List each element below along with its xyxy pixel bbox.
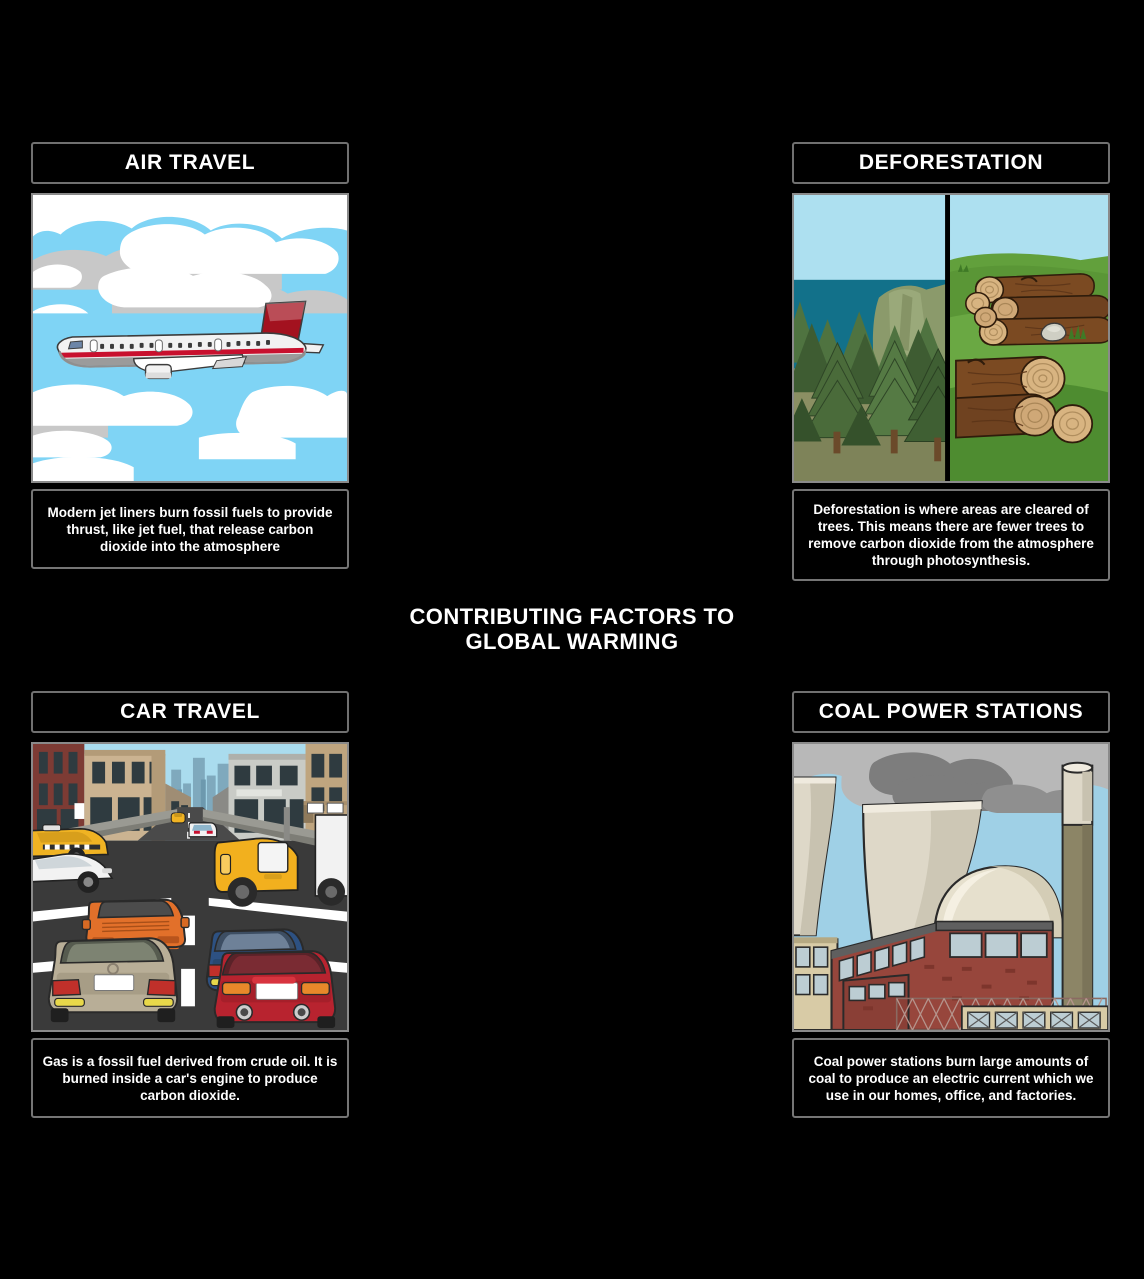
storyboard: AIR TRAVEL Modern jet liners burn fossil… xyxy=(0,0,1144,1279)
panel-caption-car-travel: Gas is a fossil fuel derived from crude … xyxy=(31,1038,349,1118)
panel-illustration-deforestation xyxy=(792,193,1110,483)
storyboard-cell-air-travel: AIR TRAVEL Modern jet liners burn fossil… xyxy=(31,142,349,569)
front-wall xyxy=(960,1005,1108,1030)
storyboard-heading: CONTRIBUTING FACTORS TO GLOBAL WARMING xyxy=(409,604,735,655)
storyboard-cell-deforestation: DEFORESTATION Deforestation is where are… xyxy=(792,142,1110,581)
panel-title-coal-power-stations: COAL POWER STATIONS xyxy=(792,691,1110,733)
panel-caption-air-travel: Modern jet liners burn fossil fuels to p… xyxy=(31,489,349,569)
logs-half xyxy=(950,195,1108,481)
panel-illustration-air-travel xyxy=(31,193,349,483)
panel-illustration-car-travel xyxy=(31,742,349,1032)
caption-text: Deforestation is where areas are cleared… xyxy=(808,502,1094,568)
car-red xyxy=(213,950,337,1029)
city-traffic-scene-svg xyxy=(33,744,347,1030)
smokestack xyxy=(1061,761,1094,1018)
forest-half xyxy=(794,195,973,481)
caption-text: Modern jet liners burn fossil fuels to p… xyxy=(47,504,333,554)
panel-divider xyxy=(945,195,951,481)
airplane-scene-svg xyxy=(33,195,347,481)
caption-text: Coal power stations burn large amounts o… xyxy=(808,1053,1094,1103)
panel-illustration-coal-power-stations xyxy=(792,742,1110,1032)
coal-power-plant-scene-svg xyxy=(794,744,1108,1030)
panel-title-car-travel: CAR TRAVEL xyxy=(31,691,349,733)
car-tan xyxy=(47,937,179,1023)
panel-caption-coal-power-stations: Coal power stations burn large amounts o… xyxy=(792,1038,1110,1118)
storyboard-cell-car-travel: CAR TRAVEL Gas is a fossil fuel derived … xyxy=(31,691,349,1118)
panel-title-air-travel: AIR TRAVEL xyxy=(31,142,349,184)
panel-caption-deforestation: Deforestation is where areas are cleared… xyxy=(792,489,1110,581)
caption-text: Gas is a fossil fuel derived from crude … xyxy=(42,1053,338,1103)
car-distant-white xyxy=(188,822,218,838)
log-stack-upper xyxy=(965,273,1108,346)
storyboard-cell-coal-power-stations: COAL POWER STATIONS Coal power stations … xyxy=(792,691,1110,1118)
car-distant-yellow xyxy=(170,812,186,824)
rock xyxy=(1040,322,1067,342)
deforestation-scene-svg xyxy=(794,195,1108,481)
panel-title-deforestation: DEFORESTATION xyxy=(792,142,1110,184)
